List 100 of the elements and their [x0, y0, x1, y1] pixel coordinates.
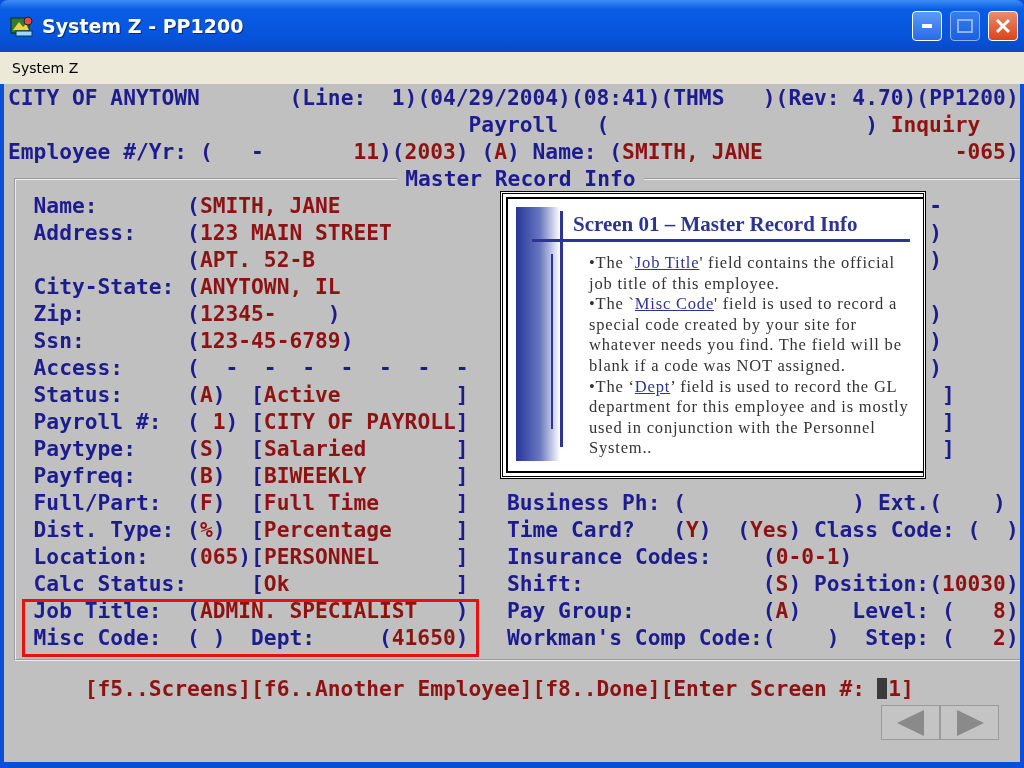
field-label: Address:	[33, 219, 136, 246]
field-label: Class Code:	[813, 516, 955, 543]
field-label: Name:	[532, 138, 597, 165]
field-label: Ssn:	[33, 327, 85, 354]
field-label: Dept:	[251, 624, 316, 651]
note-text: •The ‘Dept’ field is used to record the GL department for this employee and is mostly used in conjunction with the Personnel System..	[589, 376, 910, 459]
field-label: Full/Part:	[33, 489, 162, 516]
field-label: Dist. Type:	[33, 516, 175, 543]
field-value: (41650)	[379, 624, 469, 651]
field-link[interactable]: Misc Code	[634, 294, 714, 314]
field-value: ]	[455, 489, 469, 516]
field-label: Location:	[33, 543, 149, 570]
field-label: Misc Code:	[33, 624, 162, 651]
maximize-icon	[957, 19, 973, 33]
field-label: )	[929, 219, 942, 246]
right-triangle-icon	[955, 709, 984, 736]
field-value: ( )	[187, 624, 226, 651]
field-label: Ext.	[877, 489, 930, 516]
field-label: Job Title:	[33, 597, 162, 624]
field-value: )	[852, 489, 866, 516]
left-triangle-icon	[896, 709, 925, 736]
field-value: (123 MAIN STREET	[187, 219, 392, 246]
field-value: (	[673, 489, 687, 516]
box-title: Master Record Info	[404, 165, 637, 192]
field-value: ( 1)	[187, 408, 239, 435]
field-label: -	[929, 192, 942, 219]
field-label: Step:	[865, 624, 930, 651]
field-value: ]	[455, 462, 469, 489]
menu-item[interactable]: System Z	[12, 60, 79, 76]
field-label: ]	[941, 435, 955, 462]
field-link[interactable]: Dept	[634, 376, 671, 396]
app-icon	[10, 15, 34, 37]
close-button[interactable]	[988, 11, 1018, 41]
field-value: (APT. 52-B	[187, 246, 316, 273]
next-button[interactable]	[940, 705, 999, 740]
window-title: System Z - PP1200	[42, 15, 245, 37]
field-link[interactable]: Job Title	[634, 253, 700, 272]
field-value: [Salaried	[251, 435, 367, 462]
field-label: CITY OF ANYTOWN	[8, 84, 200, 111]
field-value: (	[762, 624, 776, 651]
screen-number-entry[interactable]: 1]	[888, 675, 914, 702]
text-cursor	[877, 678, 888, 699]
field-label: ]	[941, 408, 955, 435]
field-label: Status:	[33, 381, 124, 408]
field-label: Level:	[852, 597, 930, 624]
field-label: Payroll	[468, 111, 559, 138]
field-value: -065)	[954, 138, 1019, 165]
field-value: [Active	[251, 381, 341, 408]
note-text: •The `Job Title' field contains the official job title of this employee.	[589, 253, 896, 295]
field-label: )(Rev: 4.70)(PP1200)	[762, 84, 1019, 111]
callout-title: Screen 01 – Master Record Info	[573, 212, 859, 237]
field-label: Payroll #:	[33, 408, 162, 435]
field-label: Zip:	[33, 300, 85, 327]
minimize-icon	[922, 24, 932, 28]
field-value: (A)	[187, 381, 226, 408]
field-label: (Line:	[289, 84, 367, 111]
field-value: ]	[455, 516, 469, 543]
field-label: (	[596, 111, 610, 138]
previous-button[interactable]	[881, 705, 940, 740]
note-text: •The `Misc Code' field is used to record a special code created by your site for whatever needs you find. The field will be blank if a code was NOT assigned.	[589, 294, 903, 377]
field-label: Time Card?	[506, 516, 635, 543]
field-label: Shift:	[506, 570, 584, 597]
field-label: )	[929, 246, 942, 273]
field-value: ]	[455, 543, 469, 570]
field-value: )	[826, 624, 840, 651]
field-value: [Percentage	[251, 516, 392, 543]
field-label: Pay Group:	[506, 597, 635, 624]
field-label: Access:	[33, 354, 124, 381]
field-value: (ANYTOWN, IL	[187, 273, 341, 300]
field-label: Insurance Codes:	[506, 543, 712, 570]
field-value: )	[455, 597, 469, 624]
maximize-button[interactable]	[950, 11, 980, 41]
field-label: Employee #/Yr:	[8, 138, 188, 165]
field-value: (Y)	[673, 516, 712, 543]
field-value: [BIWEEKLY	[251, 462, 367, 489]
field-value: (B)	[187, 462, 226, 489]
field-value: (SMITH, JANE	[609, 138, 763, 165]
field-label: ]	[941, 381, 955, 408]
field-value: (065)[PERSONNEL	[187, 543, 380, 570]
field-value: ]	[455, 570, 469, 597]
field-value: (%)	[187, 516, 226, 543]
field-value: Inquiry	[890, 111, 981, 138]
field-label: )	[929, 354, 942, 381]
field-value: [Full Time	[251, 489, 379, 516]
minimize-button[interactable]	[912, 11, 942, 41]
field-value: (Yes)	[737, 516, 802, 543]
field-value: ( 8)	[941, 597, 1019, 624]
field-value: ]	[455, 381, 469, 408]
field-value: (10030)	[929, 570, 1019, 597]
field-value: (SMITH, JANE	[187, 192, 341, 219]
field-label: City-State:	[33, 273, 175, 300]
field-label: Position:	[814, 570, 930, 597]
field-label: 1)(04/29/2004)(08:41)(THMS	[391, 84, 725, 111]
close-icon	[995, 18, 1011, 34]
field-value: (123-45-6789)	[187, 327, 354, 354]
field-label: )	[929, 327, 942, 354]
field-label: Workman's Comp Code:	[506, 624, 763, 651]
field-label: Paytype:	[33, 435, 136, 462]
field-label: ( - - - - - - -	[187, 354, 469, 381]
field-label: Name:	[33, 192, 98, 219]
